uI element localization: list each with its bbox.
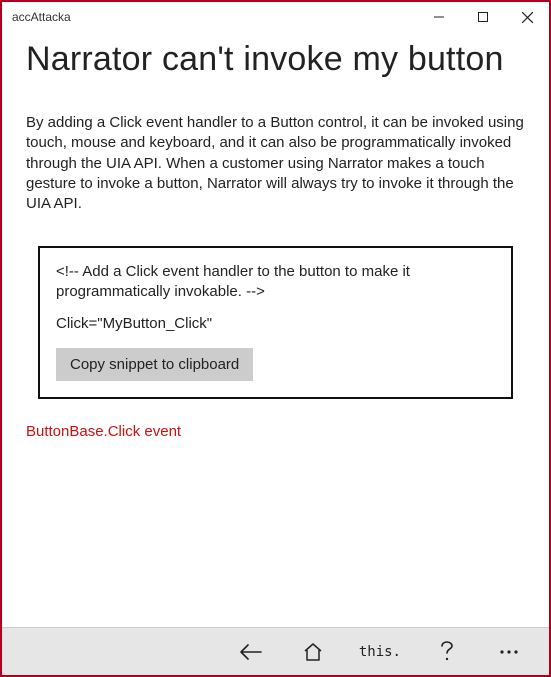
related-link[interactable]: ButtonBase.Click event [26, 423, 525, 440]
bottom-command-bar: this. [2, 627, 549, 675]
body-text: By adding a Click event handler to a But… [26, 113, 525, 214]
more-button[interactable] [493, 636, 525, 668]
snippet-comment: <!-- Add a Click event handler to the bu… [56, 262, 495, 301]
back-button[interactable] [235, 636, 267, 668]
help-button[interactable] [431, 636, 463, 668]
titlebar: accAttacka [2, 2, 549, 32]
maximize-icon [478, 12, 488, 22]
close-icon [522, 12, 533, 23]
snippet-code: Click="MyButton_Click" [56, 315, 495, 332]
copy-snippet-button[interactable]: Copy snippet to clipboard [56, 348, 253, 381]
content-area: Narrator can't invoke my button By addin… [2, 32, 549, 627]
close-button[interactable] [505, 2, 549, 32]
home-icon [303, 643, 323, 661]
code-snippet-box: <!-- Add a Click event handler to the bu… [38, 246, 513, 399]
minimize-button[interactable] [417, 2, 461, 32]
maximize-button[interactable] [461, 2, 505, 32]
this-button[interactable]: this. [359, 636, 401, 668]
ellipsis-icon [499, 649, 519, 655]
back-arrow-icon [240, 643, 262, 661]
home-button[interactable] [297, 636, 329, 668]
question-icon [440, 641, 454, 663]
app-title: accAttacka [12, 10, 417, 24]
window-controls [417, 2, 549, 32]
minimize-icon [434, 12, 444, 22]
page-title: Narrator can't invoke my button [26, 40, 525, 79]
